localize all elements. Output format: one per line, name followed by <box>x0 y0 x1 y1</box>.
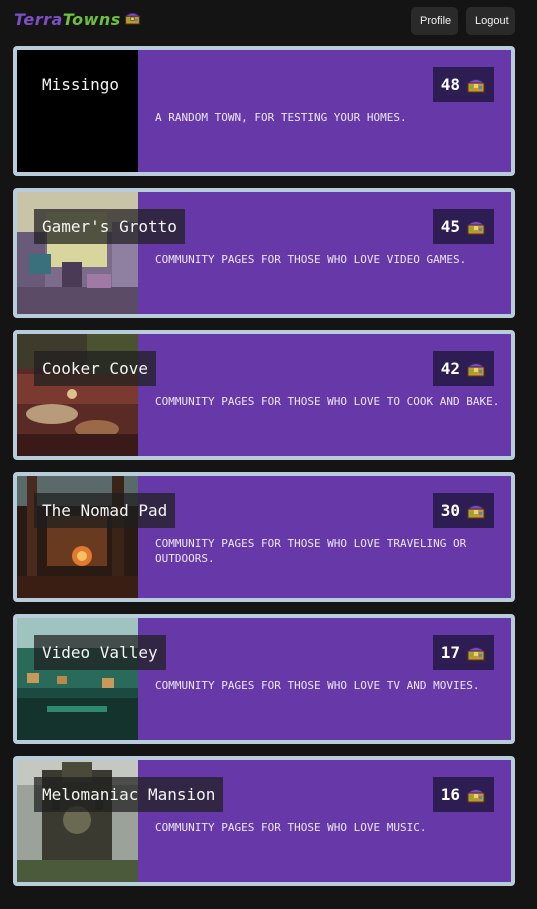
town-card-missingo[interactable]: Missingo 48 A random town, for testing y… <box>13 46 515 176</box>
home-count-badge: 48 <box>432 67 494 102</box>
profile-button[interactable]: Profile <box>411 7 458 35</box>
home-count-badge: 45 <box>432 209 494 244</box>
town-description: Community pages for those who love trave… <box>155 537 467 565</box>
home-count: 16 <box>440 785 460 804</box>
treasure-chest-icon <box>466 76 486 93</box>
home-count-badge: 30 <box>432 493 494 528</box>
town-description: Community pages for those who love video… <box>155 253 467 266</box>
town-name[interactable]: Gamer's Grotto <box>34 209 185 244</box>
home-count: 17 <box>440 643 460 662</box>
logo-text-towns: Towns <box>62 10 121 29</box>
town-card-video-valley[interactable]: Video Valley 17 Community pages for thos… <box>13 614 515 744</box>
home-count-badge: 42 <box>432 351 494 386</box>
home-count-badge: 17 <box>432 635 494 670</box>
treasure-chest-icon <box>124 10 141 29</box>
home-count: 30 <box>440 501 460 520</box>
town-card-melomaniac-mansion[interactable]: Melomaniac Mansion 16 Community pages fo… <box>13 756 515 886</box>
town-description: Community pages for those who love TV an… <box>155 679 480 692</box>
town-card-the-nomad-pad[interactable]: The Nomad Pad 30 Community pages for tho… <box>13 472 515 602</box>
town-name[interactable]: Cooker Cove <box>34 351 156 386</box>
logo-text-terra: Terra <box>14 10 63 29</box>
treasure-chest-icon <box>466 786 486 803</box>
town-description: Community pages for those who love to co… <box>155 395 500 408</box>
town-name[interactable]: The Nomad Pad <box>34 493 176 528</box>
home-count: 48 <box>440 75 460 94</box>
town-description: Community pages for those who love music… <box>155 821 427 834</box>
town-description: A random town, for testing your homes. <box>155 111 407 124</box>
home-count-badge: 16 <box>432 777 494 812</box>
town-name[interactable]: Missingo <box>34 67 127 102</box>
top-navbar: Terra Towns Profile Logout <box>0 0 537 42</box>
town-card-gamers-grotto[interactable]: Gamer's Grotto 45 Community pages for th… <box>13 188 515 318</box>
treasure-chest-icon <box>466 218 486 235</box>
town-name[interactable]: Melomaniac Mansion <box>34 777 224 812</box>
logout-button[interactable]: Logout <box>466 7 515 35</box>
home-count: 45 <box>440 217 460 236</box>
treasure-chest-icon <box>466 502 486 519</box>
terratowns-logo[interactable]: Terra Towns <box>14 10 141 29</box>
treasure-chest-icon <box>466 360 486 377</box>
treasure-chest-icon <box>466 644 486 661</box>
town-card-cooker-cove[interactable]: Cooker Cove 42 Community pages for those… <box>13 330 515 460</box>
home-count: 42 <box>440 359 460 378</box>
town-name[interactable]: Video Valley <box>34 635 166 670</box>
